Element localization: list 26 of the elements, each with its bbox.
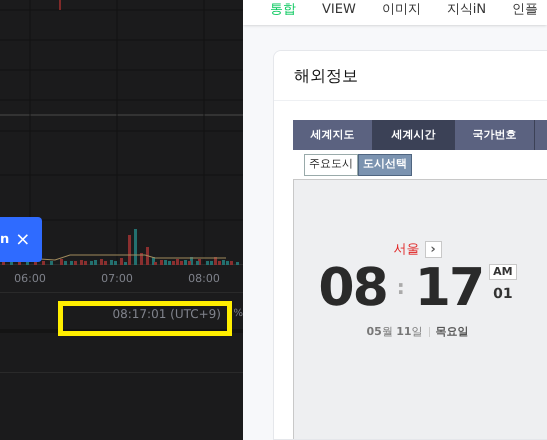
city-name: 서울	[394, 241, 420, 259]
widget-tab[interactable]: 세계지도	[293, 120, 373, 150]
hour-text: 08	[318, 262, 387, 314]
toast-text: n	[0, 230, 10, 249]
axis-tick-label: 06:00	[14, 271, 46, 287]
nav-tab[interactable]: 지식iN	[446, 0, 486, 20]
time-separator: :	[396, 274, 405, 300]
widget-tab[interactable]: 국가번호	[455, 120, 535, 150]
sub-tab[interactable]: 주요도시	[304, 154, 358, 176]
nav-tab[interactable]: 이미지	[382, 0, 421, 20]
date-text: 05월 11일	[366, 324, 423, 340]
clock-text: 08:17:01 (UTC+9)	[112, 306, 221, 323]
next-city-button[interactable]: ›	[424, 241, 442, 258]
axis-tick-label: 08:00	[188, 271, 220, 287]
card-title: 해외정보	[294, 64, 358, 86]
widget-tab[interactable]	[535, 120, 547, 150]
close-button[interactable]: ×	[15, 230, 30, 248]
minute-text: 17	[414, 262, 484, 314]
nav-tab[interactable]: VIEW	[322, 0, 356, 20]
meridiem-label: AM	[489, 264, 517, 280]
unit-label: %	[233, 307, 243, 321]
nav-tab[interactable]: 인플	[512, 0, 538, 20]
widget-tab[interactable]: 세계시간	[373, 120, 455, 150]
seconds-text: 01	[493, 284, 513, 304]
weekday-text: 목요일	[436, 324, 469, 340]
axis-tick-label: 07:00	[101, 271, 133, 287]
